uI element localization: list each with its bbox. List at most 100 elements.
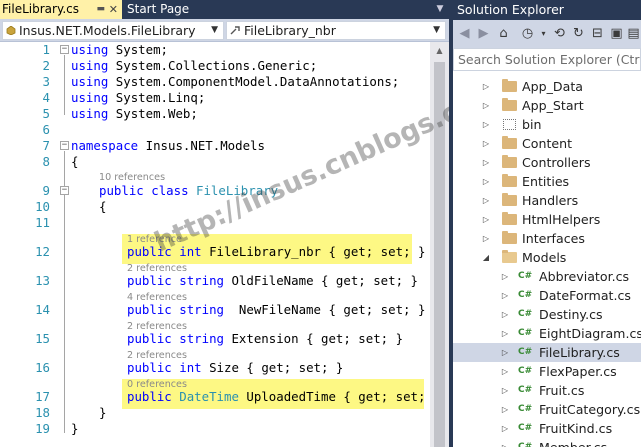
collapse-icon[interactable]: −	[60, 141, 69, 150]
code-area[interactable]: 1 2 3 4 5 6 7 8 9 10 11 12 13 14 15 16 1…	[0, 42, 440, 447]
tree-item-content[interactable]: ▷ Content	[453, 134, 641, 153]
keyword: class	[151, 183, 189, 198]
tree-item-file[interactable]: ▷ C# Destiny.cs	[453, 305, 641, 324]
collapse-icon[interactable]: −	[60, 186, 69, 195]
keyword: string	[179, 273, 224, 288]
expand-icon[interactable]: ▷	[500, 419, 510, 438]
code-text: System;	[115, 42, 168, 57]
scroll-up-icon[interactable]: ▲	[430, 44, 449, 58]
tab-start-page[interactable]: Start Page	[122, 0, 202, 19]
collapse-icon[interactable]: −	[60, 45, 69, 54]
solution-explorer-pane: Solution Explorer ◀ ▶ ⌂ ◷ ▾ ⟲ ↻ ⊟ ▣ ▤ Se…	[453, 0, 641, 447]
show-all-files-icon[interactable]: ▣	[608, 25, 625, 42]
close-icon[interactable]: ✕	[109, 0, 118, 19]
csharp-file-icon: C#	[518, 328, 533, 338]
tree-item-file[interactable]: ▷ C# Abbreviator.cs	[453, 267, 641, 286]
tree-item-file[interactable]: ▷ C# Member.cs	[453, 438, 641, 447]
pin-icon[interactable]: ▬	[96, 0, 105, 19]
expand-icon[interactable]: ▷	[500, 267, 510, 286]
accessor: { get; set; }	[321, 273, 418, 288]
history-icon[interactable]: ◷	[519, 25, 536, 42]
keyword: public	[127, 389, 172, 404]
accessor: { get; set; }	[328, 244, 426, 259]
expand-icon[interactable]: ▷	[500, 438, 510, 447]
tree-item-handlers[interactable]: ▷ Handlers	[453, 191, 641, 210]
code-text: OldFileName	[231, 273, 314, 288]
expand-icon[interactable]: ▷	[500, 343, 510, 362]
codelens-references[interactable]: 10 references	[99, 172, 165, 183]
class-dropdown-value: Insus.NET.Models.FileLibrary	[19, 23, 196, 38]
tree-item-file-selected[interactable]: ▷ C# FileLibrary.cs	[453, 343, 641, 362]
tree-item-file[interactable]: ▷ C# EightDiagram.cs	[453, 324, 641, 343]
expand-icon[interactable]: ▷	[481, 96, 491, 115]
expand-icon[interactable]: ▷	[481, 77, 491, 96]
code-line: public DateTime UploadedTime { get; set;…	[127, 389, 440, 405]
chevron-down-icon[interactable]: ▼	[434, 3, 446, 15]
collapse-icon[interactable]: ◢	[481, 248, 491, 267]
tree-item-controllers[interactable]: ▷ Controllers	[453, 153, 641, 172]
class-dropdown[interactable]: Insus.NET.Models.FileLibrary ▼	[2, 21, 224, 40]
code-text: System.ComponentModel.DataAnnotations;	[115, 74, 400, 89]
expand-icon[interactable]: ▷	[481, 191, 491, 210]
tree-item-bin[interactable]: ▷ bin	[453, 115, 641, 134]
vertical-scrollbar[interactable]: ▲	[430, 42, 449, 447]
expand-icon[interactable]: ▷	[500, 381, 510, 400]
expand-icon[interactable]: ▷	[481, 153, 491, 172]
line-number: 10	[35, 199, 50, 214]
tree-item-interfaces[interactable]: ▷ Interfaces	[453, 229, 641, 248]
accessor: { get; set; }	[246, 360, 344, 375]
tree-item-file[interactable]: ▷ C# FlexPaper.cs	[453, 362, 641, 381]
tree-item-models[interactable]: ◢ Models	[453, 248, 641, 267]
tree-item-entities[interactable]: ▷ Entities	[453, 172, 641, 191]
tree-item-label: Models	[522, 250, 567, 265]
line-number: 14	[35, 302, 50, 317]
member-dropdown[interactable]: FileLibrary_nbr ▼	[226, 21, 446, 40]
type-name: FileLibrary	[196, 183, 279, 198]
tree-item-app-data[interactable]: ▷ App_Data	[453, 77, 641, 96]
tree-item-file[interactable]: ▷ C# DateFormat.cs	[453, 286, 641, 305]
properties-icon[interactable]: ▤	[625, 25, 641, 42]
home-icon[interactable]: ⌂	[495, 25, 512, 42]
code-line: {	[99, 199, 107, 214]
back-icon[interactable]: ◀	[456, 25, 473, 42]
expand-icon[interactable]: ▷	[481, 134, 491, 153]
expand-icon[interactable]: ▷	[500, 305, 510, 324]
expand-icon[interactable]: ▷	[481, 115, 491, 134]
tab-label: Start Page	[127, 2, 190, 16]
code-line: namespace Insus.NET.Models	[71, 138, 265, 154]
expand-icon[interactable]: ▷	[500, 286, 510, 305]
expand-icon[interactable]: ▷	[500, 400, 510, 419]
tree-item-label: bin	[522, 117, 542, 132]
line-number: 13	[35, 273, 50, 288]
collapse-all-icon[interactable]: ⊟	[589, 25, 606, 42]
tree-item-file[interactable]: ▷ C# FruitKind.cs	[453, 419, 641, 438]
outline-line	[64, 55, 65, 115]
tree-item-label: Controllers	[522, 155, 591, 170]
line-number: 12	[35, 244, 50, 259]
code-line: using System.Collections.Generic;	[71, 58, 317, 74]
forward-icon[interactable]: ▶	[475, 25, 492, 42]
expand-icon[interactable]: ▷	[481, 172, 491, 191]
folder-icon	[502, 155, 517, 168]
expand-icon[interactable]: ▷	[500, 362, 510, 381]
code-text: UploadedTime	[246, 389, 336, 404]
keyword: using	[71, 42, 109, 57]
line-number: 9	[42, 183, 50, 198]
keyword: public	[127, 360, 172, 375]
scrollbar-thumb[interactable]	[434, 62, 445, 447]
tree-item-file[interactable]: ▷ C# Fruit.cs	[453, 381, 641, 400]
tab-filelibrary[interactable]: FileLibrary.cs ▬ ✕	[0, 0, 122, 19]
code-line: using System.ComponentModel.DataAnnotati…	[71, 74, 399, 90]
expand-icon[interactable]: ▷	[481, 210, 491, 229]
expand-icon[interactable]: ▷	[500, 324, 510, 343]
solution-search-input[interactable]: Search Solution Explorer (Ctrl+;)	[453, 48, 641, 71]
folder-icon	[502, 174, 517, 187]
document-tab-bar: FileLibrary.cs ▬ ✕ Start Page ▼	[0, 0, 449, 19]
tree-item-htmlhelpers[interactable]: ▷ HtmlHelpers	[453, 210, 641, 229]
expand-icon[interactable]: ▷	[481, 229, 491, 248]
tree-item-file[interactable]: ▷ C# FruitCategory.cs	[453, 400, 641, 419]
chevron-down-icon[interactable]: ▾	[535, 25, 552, 42]
sync-icon[interactable]: ⟲	[551, 25, 568, 42]
tree-item-app-start[interactable]: ▷ App_Start	[453, 96, 641, 115]
refresh-icon[interactable]: ↻	[570, 25, 587, 42]
